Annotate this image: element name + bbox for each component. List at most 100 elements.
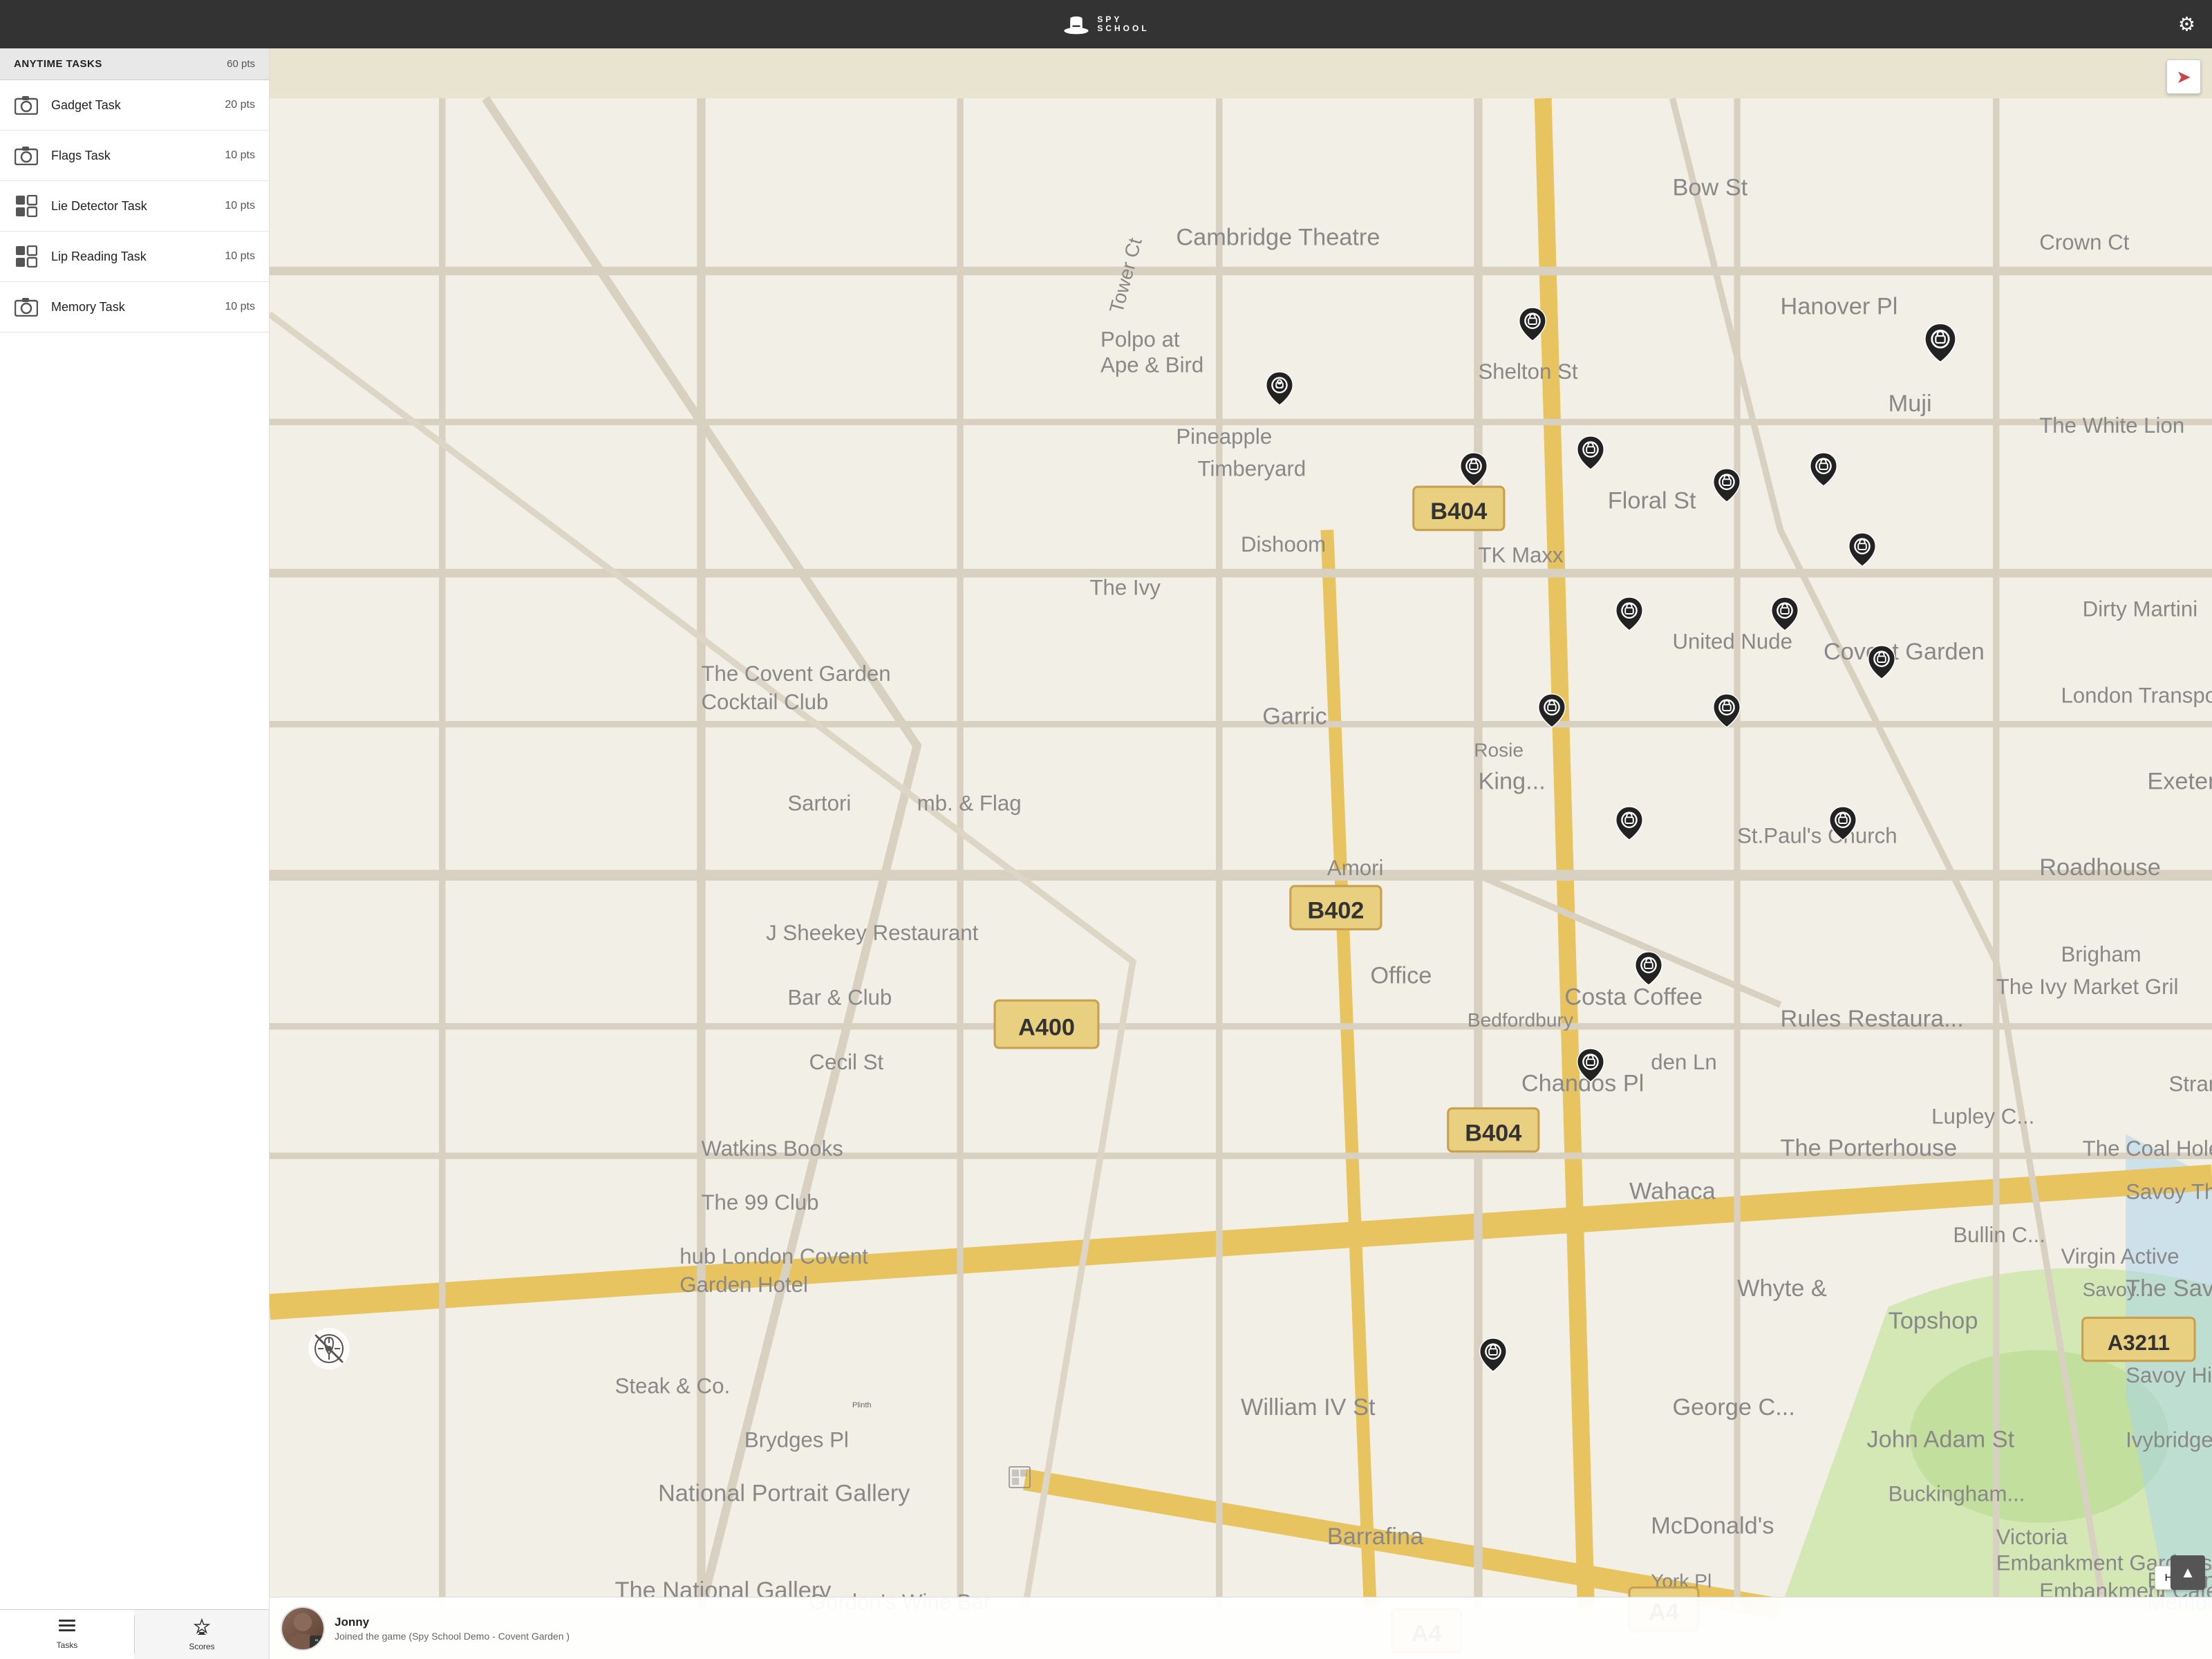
svg-text:mb. & Flag: mb. & Flag: [917, 791, 1022, 816]
svg-text:Rules Restaura...: Rules Restaura...: [1781, 1006, 1964, 1032]
svg-text:Bar & Club: Bar & Club: [787, 986, 892, 1010]
settings-button[interactable]: ⚙: [2178, 13, 2195, 36]
svg-text:William IV St: William IV St: [1241, 1394, 1376, 1421]
activity-bar: " Jonny Joined the game (Spy School Demo…: [270, 1597, 2212, 1659]
task-item-lip-reading[interactable]: Lip Reading Task 10 pts: [0, 232, 269, 282]
task-item-gadget[interactable]: Gadget Task 20 pts: [0, 80, 269, 131]
task-item-lie-detector[interactable]: Lie Detector Task 10 pts: [0, 181, 269, 232]
svg-text:The Ivy: The Ivy: [1089, 575, 1161, 599]
svg-text:The White Lion: The White Lion: [2039, 413, 2184, 438]
app-logo: SPY SCHOOL: [1062, 10, 1149, 38]
svg-text:Topshop: Topshop: [1888, 1308, 1978, 1334]
svg-text:Barrafina: Barrafina: [1327, 1524, 1424, 1550]
svg-text:George C...: George C...: [1672, 1394, 1794, 1421]
panel-title: ANYTIME TASKS: [14, 58, 102, 70]
activity-description: Joined the game (Spy School Demo - Coven…: [335, 1631, 2201, 1642]
svg-text:Cocktail Club: Cocktail Club: [701, 690, 828, 714]
svg-text:Strand Palace Hotel: Strand Palace Hotel: [2169, 1071, 2212, 1096]
task-name-gadget: Gadget Task: [51, 98, 212, 113]
svg-text:A3211: A3211: [2108, 1331, 2170, 1355]
svg-text:King...: King...: [1478, 768, 1545, 794]
bottom-nav: Tasks Scores: [0, 1609, 269, 1659]
task-pts-lip-reading: 10 pts: [225, 250, 255, 263]
nav-tasks[interactable]: Tasks: [0, 1610, 134, 1659]
svg-text:United Nude: United Nude: [1672, 629, 1792, 653]
svg-text:Cecil St: Cecil St: [809, 1050, 884, 1074]
svg-text:National Portrait Gallery: National Portrait Gallery: [658, 1481, 910, 1507]
svg-text:hub London Covent: hub London Covent: [679, 1244, 868, 1268]
camera-icon-flags: [14, 143, 39, 168]
svg-text:Muji: Muji: [1888, 391, 1932, 417]
task-name-flags: Flags Task: [51, 149, 212, 163]
compass-button[interactable]: ➤: [2166, 59, 2201, 94]
map-area[interactable]: Cambridge Theatre Bow St Crown Ct Hanove…: [270, 48, 2212, 1659]
user-avatar: ": [281, 1606, 325, 1651]
svg-text:Dirty Martini: Dirty Martini: [2083, 597, 2198, 621]
svg-text:Roadhouse: Roadhouse: [2039, 854, 2161, 881]
svg-text:Costa Coffee: Costa Coffee: [1564, 984, 1703, 1011]
app-container: SPY SCHOOL ⚙ ANYTIME TASKS 60 pts: [0, 0, 2212, 1659]
svg-text:B402: B402: [1307, 898, 1364, 924]
svg-text:J Sheekey Restaurant: J Sheekey Restaurant: [766, 921, 978, 945]
task-list: Gadget Task 20 pts Flags Task 10 pts: [0, 80, 269, 1609]
svg-text:Savoy...: Savoy...: [2083, 1279, 2151, 1300]
svg-text:Hanover Pl: Hanover Pl: [1781, 293, 1898, 319]
svg-text:Lupley C...: Lupley C...: [1931, 1104, 2034, 1128]
svg-text:Timberyard: Timberyard: [1198, 457, 1306, 481]
top-bar: SPY SCHOOL ⚙: [0, 0, 2212, 48]
grid-icon-lie-detector: [14, 194, 39, 218]
svg-text:Ivybridge...: Ivybridge...: [2126, 1428, 2212, 1452]
main-content: ANYTIME TASKS 60 pts Gadget Task 20 pts: [0, 48, 2212, 1659]
svg-text:Floral St: Floral St: [1608, 487, 1696, 514]
svg-text:Crown Ct: Crown Ct: [2039, 230, 2129, 254]
svg-text:Garric: Garric: [1262, 704, 1327, 730]
grid-icon-lip-reading: [14, 244, 39, 269]
svg-text:Bullin C...: Bullin C...: [1953, 1223, 2045, 1247]
task-item-flags[interactable]: Flags Task 10 pts: [0, 131, 269, 181]
svg-text:The Porterhouse: The Porterhouse: [1781, 1135, 1958, 1161]
svg-text:Steak & Co.: Steak & Co.: [615, 1374, 731, 1398]
panel-header: ANYTIME TASKS 60 pts: [0, 48, 269, 80]
svg-text:Amori: Amori: [1327, 856, 1384, 880]
svg-text:Covent Garden: Covent Garden: [1824, 639, 1985, 665]
svg-text:Virgin Active: Virgin Active: [2061, 1244, 2179, 1268]
svg-text:St.Paul's Church: St.Paul's Church: [1737, 823, 1897, 847]
logo-hat-icon: [1062, 10, 1090, 38]
svg-text:Sartori: Sartori: [787, 791, 851, 816]
svg-text:Savoy Hill: Savoy Hill: [2126, 1363, 2212, 1387]
task-name-memory: Memory Task: [51, 300, 212, 315]
svg-text:Wahaca: Wahaca: [1629, 1179, 1716, 1205]
task-pts-memory: 10 pts: [225, 301, 255, 313]
svg-text:Pineapple: Pineapple: [1176, 424, 1272, 449]
panel-total-pts: 60 pts: [227, 58, 255, 70]
svg-text:den Ln: den Ln: [1651, 1050, 1717, 1074]
svg-text:Brigham: Brigham: [2061, 942, 2141, 966]
svg-text:Chandos Pl: Chandos Pl: [1521, 1070, 1644, 1096]
svg-text:Polpo at: Polpo at: [1100, 327, 1180, 351]
svg-text:The 99 Club: The 99 Club: [701, 1190, 818, 1215]
logo-text: SPY SCHOOL: [1097, 15, 1149, 33]
task-item-memory[interactable]: Memory Task 10 pts: [0, 282, 269, 332]
svg-text:Exeter St: Exeter St: [2147, 768, 2212, 794]
svg-text:Dishoom: Dishoom: [1241, 532, 1326, 556]
scores-nav-icon: [194, 1618, 210, 1639]
activity-username: Jonny: [335, 1615, 2201, 1629]
svg-text:The Ivy Market Gril: The Ivy Market Gril: [1996, 975, 2179, 999]
svg-text:Bedfordbury: Bedfordbury: [1468, 1009, 1573, 1031]
nav-scores[interactable]: Scores: [135, 1610, 269, 1659]
svg-text:Rosie: Rosie: [1474, 740, 1524, 761]
svg-text:Victoria: Victoria: [1996, 1525, 2068, 1549]
task-name-lie-detector: Lie Detector Task: [51, 199, 212, 214]
svg-text:Buckingham...: Buckingham...: [1888, 1482, 2025, 1506]
quote-icon: ": [310, 1635, 324, 1649]
svg-text:Bow St: Bow St: [1672, 175, 1747, 201]
task-pts-gadget: 20 pts: [225, 99, 255, 111]
svg-text:Office: Office: [1370, 962, 1432, 988]
svg-text:The Covent Garden: The Covent Garden: [701, 662, 890, 686]
svg-text:The Coal Hole: The Coal Hole: [2083, 1136, 2212, 1161]
nav-tasks-label: Tasks: [57, 1640, 78, 1650]
scroll-up-button[interactable]: ▲: [2171, 1555, 2205, 1590]
svg-text:McDonald's: McDonald's: [1651, 1513, 1774, 1539]
svg-text:Garden Hotel: Garden Hotel: [679, 1273, 808, 1297]
left-panel: ANYTIME TASKS 60 pts Gadget Task 20 pts: [0, 48, 270, 1659]
